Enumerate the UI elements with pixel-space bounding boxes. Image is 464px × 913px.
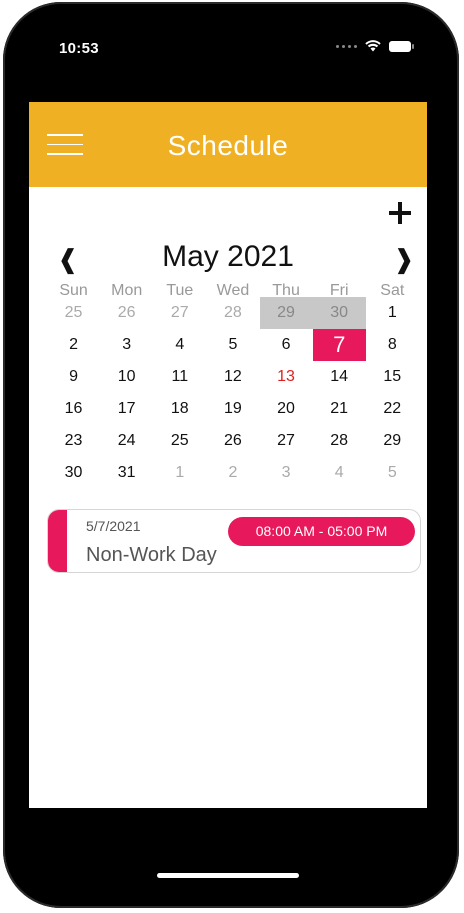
calendar-day[interactable]: 1 — [366, 297, 419, 329]
calendar-day[interactable]: 4 — [313, 457, 366, 489]
calendar-day[interactable]: 30 — [47, 457, 100, 489]
calendar-day[interactable]: 21 — [313, 393, 366, 425]
calendar-day[interactable]: 31 — [100, 457, 153, 489]
calendar-day[interactable]: 27 — [153, 297, 206, 329]
calendar-week: 16 17 18 19 20 21 22 — [47, 393, 419, 425]
calendar-day[interactable]: 26 — [206, 425, 259, 457]
calendar-week: 9 10 11 12 13 14 15 — [47, 361, 419, 393]
calendar-day[interactable]: 25 — [47, 297, 100, 329]
calendar-day[interactable]: 23 — [47, 425, 100, 457]
next-month-button[interactable]: ❱ — [393, 244, 415, 275]
calendar-day[interactable]: 12 — [206, 361, 259, 393]
status-icons — [336, 40, 414, 52]
calendar-day[interactable]: 2 — [47, 329, 100, 361]
calendar-day[interactable]: 18 — [153, 393, 206, 425]
calendar-day[interactable]: 5 — [206, 329, 259, 361]
calendar-week: 25 26 27 28 29 30 1 — [47, 297, 419, 329]
calendar-day[interactable]: 29 — [259, 297, 313, 329]
calendar-day[interactable]: 5 — [366, 457, 419, 489]
calendar-week: 23 24 25 26 27 28 29 — [47, 425, 419, 457]
home-indicator[interactable] — [157, 873, 299, 878]
calendar-day[interactable]: 20 — [260, 393, 313, 425]
calendar-day[interactable]: 11 — [153, 361, 206, 393]
calendar-day[interactable]: 14 — [313, 361, 366, 393]
event-color-stripe — [48, 510, 67, 572]
calendar-day[interactable]: 28 — [206, 297, 259, 329]
event-time-badge: 08:00 AM - 05:00 PM — [228, 517, 415, 546]
app-header: Schedule — [29, 102, 427, 187]
calendar-day[interactable]: 25 — [153, 425, 206, 457]
calendar-day[interactable]: 9 — [47, 361, 100, 393]
wifi-icon — [365, 40, 381, 52]
calendar-day[interactable]: 30 — [312, 297, 366, 329]
calendar-week: 30 31 1 2 3 4 5 — [47, 457, 419, 489]
calendar-day[interactable]: 4 — [153, 329, 206, 361]
calendar-day[interactable]: 3 — [260, 457, 313, 489]
page-title: Schedule — [167, 130, 289, 161]
calendar-day[interactable]: 8 — [366, 329, 419, 361]
month-title: May 2021 — [162, 240, 294, 273]
calendar-day-selected[interactable]: 7 — [312, 329, 366, 361]
calendar-day[interactable]: 29 — [366, 425, 419, 457]
calendar-day[interactable]: 3 — [100, 329, 153, 361]
calendar-week: 2 3 4 5 6 7 8 — [47, 329, 419, 361]
app-screen: Schedule ❰ May 2021 ❱ Sun Mon Tue Wed Th… — [29, 102, 427, 808]
add-event-button[interactable] — [387, 200, 413, 226]
calendar-day[interactable]: 28 — [313, 425, 366, 457]
calendar-grid: 25 26 27 28 29 30 1 2 3 4 5 6 7 8 9 10 1… — [47, 297, 419, 489]
calendar-day[interactable]: 19 — [206, 393, 259, 425]
calendar-day[interactable]: 22 — [366, 393, 419, 425]
signal-icon — [336, 44, 357, 48]
calendar-day[interactable]: 26 — [100, 297, 153, 329]
calendar-day[interactable]: 6 — [260, 329, 313, 361]
calendar-day[interactable]: 15 — [366, 361, 419, 393]
calendar-day[interactable]: 24 — [100, 425, 153, 457]
calendar-day[interactable]: 27 — [260, 425, 313, 457]
event-title: Non-Work Day — [86, 544, 217, 566]
calendar-day[interactable]: 10 — [100, 361, 153, 393]
calendar-day-today[interactable]: 13 — [260, 361, 313, 393]
calendar-day[interactable]: 17 — [100, 393, 153, 425]
battery-icon — [389, 40, 414, 52]
calendar-day[interactable]: 16 — [47, 393, 100, 425]
calendar-day[interactable]: 2 — [206, 457, 259, 489]
status-time: 10:53 — [59, 40, 99, 57]
event-card[interactable]: 5/7/2021 08:00 AM - 05:00 PM Non-Work Da… — [47, 509, 421, 573]
calendar-day[interactable]: 1 — [153, 457, 206, 489]
event-date: 5/7/2021 — [86, 518, 141, 534]
